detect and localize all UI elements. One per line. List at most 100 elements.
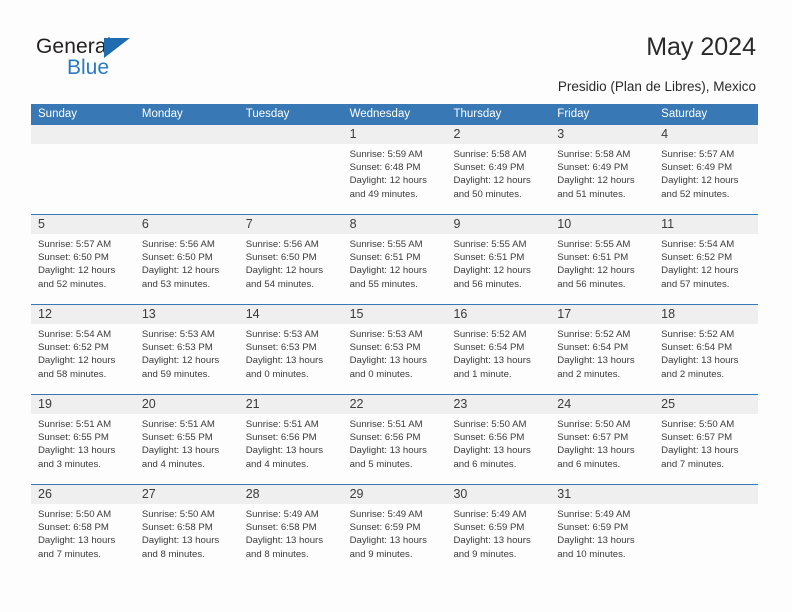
day-number: 11	[661, 217, 675, 231]
sunset-text: Sunset: 6:52 PM	[38, 342, 109, 354]
daylight-text-line1: Daylight: 13 hours	[141, 445, 220, 457]
day-number: 23	[453, 397, 468, 411]
sun-info: Sunrise: 5:56 AM Sunset: 6:50 PM Daylight:…	[239, 234, 343, 291]
sunset-text: Sunset: 6:53 PM	[141, 342, 213, 354]
day-number-band	[238, 125, 343, 144]
day-number-band: 15	[342, 305, 447, 324]
calendar-day-cell[interactable]: 3 Sunrise: 5:58 AM Sunset: 6:49 PM Daylight…	[550, 125, 655, 214]
calendar-day-cell[interactable]: 20 Sunrise: 5:51 AM Sunset: 6:55 PM Dayligh…	[134, 395, 239, 484]
sunrise-text: Sunrise: 5:49 AM	[453, 509, 527, 520]
dow-friday: Friday	[557, 108, 590, 120]
dow-monday: Monday	[141, 108, 183, 120]
calendar-day-cell[interactable]: 17 Sunrise: 5:52 AM Sunset: 6:54 PM Dayligh…	[550, 305, 655, 394]
sunset-text: Sunset: 6:55 PM	[38, 432, 109, 444]
day-number: 24	[557, 397, 572, 411]
sunset-text: Sunset: 6:55 PM	[141, 432, 213, 444]
daylight-text-line1: Daylight: 12 hours	[38, 355, 116, 367]
sun-info: Sunrise: 5:50 AM Sunset: 6:57 PM Daylight:…	[654, 414, 758, 471]
sunrise-text: Sunrise: 5:51 AM	[245, 419, 319, 430]
day-number-band: 18	[654, 305, 759, 324]
daylight-text-line1: Daylight: 12 hours	[141, 355, 220, 367]
calendar-day-cell[interactable]: 4 Sunrise: 5:57 AM Sunset: 6:49 PM Daylight…	[654, 125, 759, 214]
daylight-text-line1: Daylight: 13 hours	[349, 355, 427, 367]
calendar-day-cell[interactable]: 6 Sunrise: 5:56 AM Sunset: 6:50 PM Daylight…	[134, 215, 239, 304]
sunset-text: Sunset: 6:57 PM	[661, 432, 733, 444]
calendar-day-cell[interactable]: 14 Sunrise: 5:53 AM Sunset: 6:53 PM Dayligh…	[238, 305, 343, 394]
daylight-text-line2: and 0 minutes.	[245, 368, 309, 380]
calendar-day-cell[interactable]: 27 Sunrise: 5:50 AM Sunset: 6:58 PM Dayligh…	[134, 485, 239, 575]
calendar-day-cell[interactable]: 19 Sunrise: 5:51 AM Sunset: 6:55 PM Dayligh…	[31, 395, 135, 484]
sunset-text: Sunset: 6:51 PM	[557, 252, 629, 264]
daylight-text-line1: Daylight: 12 hours	[245, 265, 324, 277]
day-number-band	[134, 125, 239, 144]
sunrise-text: Sunrise: 5:55 AM	[349, 239, 423, 250]
calendar-day-cell[interactable]: 15 Sunrise: 5:53 AM Sunset: 6:53 PM Dayligh…	[342, 305, 447, 394]
calendar-day-cell[interactable]: 28 Sunrise: 5:49 AM Sunset: 6:58 PM Dayligh…	[238, 485, 343, 575]
calendar-day-cell[interactable]: 10 Sunrise: 5:55 AM Sunset: 6:51 PM Dayligh…	[550, 215, 655, 304]
sun-info: Sunrise: 5:50 AM Sunset: 6:56 PM Daylight:…	[446, 414, 550, 471]
daylight-text-line2: and 9 minutes.	[349, 548, 413, 560]
day-number: 4	[661, 127, 669, 141]
sunrise-text: Sunrise: 5:54 AM	[661, 239, 735, 250]
daylight-text-line1: Daylight: 13 hours	[349, 535, 427, 547]
sunset-text: Sunset: 6:52 PM	[661, 252, 733, 264]
calendar-day-cell[interactable]: 22 Sunrise: 5:51 AM Sunset: 6:56 PM Dayligh…	[342, 395, 447, 484]
daylight-text-line1: Daylight: 13 hours	[661, 445, 739, 457]
sunrise-text: Sunrise: 5:52 AM	[557, 329, 631, 340]
sunrise-text: Sunrise: 5:51 AM	[38, 419, 112, 430]
calendar-day-cell[interactable]: 1 Sunrise: 5:59 AM Sunset: 6:48 PM Daylight…	[342, 125, 447, 214]
sunrise-text: Sunrise: 5:50 AM	[557, 419, 631, 430]
daylight-text-line2: and 51 minutes.	[557, 188, 626, 200]
logo-general-text: General	[36, 35, 112, 58]
calendar-day-cell[interactable]: 9 Sunrise: 5:55 AM Sunset: 6:51 PM Daylight…	[446, 215, 551, 304]
calendar-day-cell[interactable]: 18 Sunrise: 5:52 AM Sunset: 6:54 PM Dayligh…	[654, 305, 759, 394]
calendar-day-cell[interactable]: 21 Sunrise: 5:51 AM Sunset: 6:56 PM Dayligh…	[238, 395, 343, 484]
calendar-day-cell[interactable]: 8 Sunrise: 5:55 AM Sunset: 6:51 PM Daylight…	[342, 215, 447, 304]
calendar-day-cell[interactable]: 13 Sunrise: 5:53 AM Sunset: 6:53 PM Dayligh…	[134, 305, 239, 394]
calendar-day-cell[interactable]: 29 Sunrise: 5:49 AM Sunset: 6:59 PM Dayligh…	[342, 485, 447, 575]
calendar-day-cell[interactable]: 2 Sunrise: 5:58 AM Sunset: 6:49 PM Daylight…	[446, 125, 551, 214]
day-number-band: 4	[654, 125, 759, 144]
calendar-day-cell[interactable]: 26 Sunrise: 5:50 AM Sunset: 6:58 PM Dayligh…	[31, 485, 135, 575]
calendar-day-cell[interactable]: 16 Sunrise: 5:52 AM Sunset: 6:54 PM Dayligh…	[446, 305, 551, 394]
calendar-day-cell[interactable]: 30 Sunrise: 5:49 AM Sunset: 6:59 PM Dayligh…	[446, 485, 551, 575]
sunrise-text: Sunrise: 5:50 AM	[38, 509, 112, 520]
day-number: 28	[245, 487, 260, 501]
logo-word-general: General	[36, 36, 216, 58]
calendar-day-cell[interactable]: 5 Sunrise: 5:57 AM Sunset: 6:50 PM Daylight…	[31, 215, 135, 304]
sunrise-text: Sunrise: 5:55 AM	[453, 239, 527, 250]
sun-info: Sunrise: 5:51 AM Sunset: 6:55 PM Daylight:…	[135, 414, 239, 471]
general-blue-logo[interactable]: General Blue	[36, 36, 216, 88]
daylight-text-line1: Daylight: 12 hours	[349, 175, 427, 187]
sunrise-text: Sunrise: 5:59 AM	[349, 149, 423, 160]
sunset-text: Sunset: 6:58 PM	[38, 522, 109, 534]
day-number: 30	[453, 487, 468, 501]
daylight-text-line2: and 5 minutes.	[349, 458, 413, 470]
sun-info: Sunrise: 5:58 AM Sunset: 6:49 PM Daylight:…	[446, 144, 550, 201]
day-number-band: 31	[550, 485, 655, 504]
daylight-text-line1: Daylight: 12 hours	[349, 265, 427, 277]
daylight-text-line2: and 57 minutes.	[661, 278, 730, 290]
calendar-day-cell[interactable]: 7 Sunrise: 5:56 AM Sunset: 6:50 PM Daylight…	[238, 215, 343, 304]
day-number: 15	[349, 307, 364, 321]
daylight-text-line1: Daylight: 12 hours	[38, 265, 116, 277]
sun-info: Sunrise: 5:52 AM Sunset: 6:54 PM Daylight:…	[446, 324, 550, 381]
calendar-day-cell[interactable]: 24 Sunrise: 5:50 AM Sunset: 6:57 PM Dayligh…	[550, 395, 655, 484]
sunrise-text: Sunrise: 5:49 AM	[245, 509, 319, 520]
sunrise-text: Sunrise: 5:54 AM	[38, 329, 112, 340]
calendar-day-cell[interactable]: 31 Sunrise: 5:49 AM Sunset: 6:59 PM Dayligh…	[550, 485, 655, 575]
calendar-day-cell[interactable]: 23 Sunrise: 5:50 AM Sunset: 6:56 PM Dayligh…	[446, 395, 551, 484]
calendar-day-cell[interactable]: 11 Sunrise: 5:54 AM Sunset: 6:52 PM Dayligh…	[654, 215, 759, 304]
day-number: 13	[141, 307, 156, 321]
dow-wednesday: Wednesday	[349, 108, 411, 120]
calendar-week-row: 12 Sunrise: 5:54 AM Sunset: 6:52 PM Dayligh…	[31, 305, 759, 395]
calendar-day-cell[interactable]: 12 Sunrise: 5:54 AM Sunset: 6:52 PM Dayligh…	[31, 305, 135, 394]
sunset-text: Sunset: 6:53 PM	[349, 342, 421, 354]
day-number-band: 27	[134, 485, 239, 504]
calendar-day-cell[interactable]: 25 Sunrise: 5:50 AM Sunset: 6:57 PM Dayligh…	[654, 395, 759, 484]
sunset-text: Sunset: 6:51 PM	[349, 252, 421, 264]
day-number-band: 11	[654, 215, 759, 234]
sunset-text: Sunset: 6:51 PM	[453, 252, 525, 264]
day-number-band: 1	[342, 125, 447, 144]
day-number: 26	[38, 487, 52, 501]
